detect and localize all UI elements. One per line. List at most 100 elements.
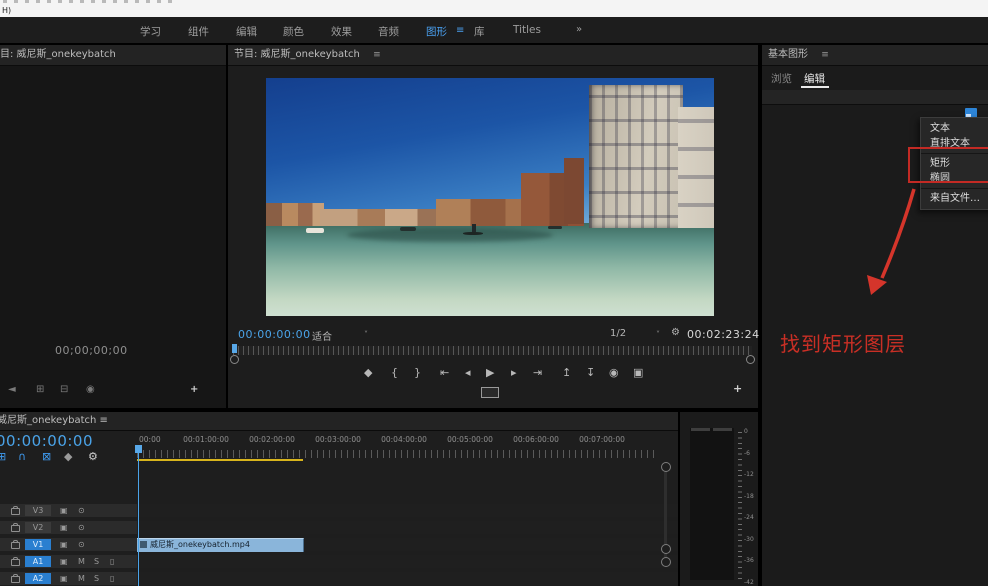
track-target-a2[interactable]: A2 (25, 573, 51, 584)
graphics-panel-header[interactable]: 基本图形 ≡ (762, 45, 988, 66)
timeline-ruler[interactable] (137, 450, 655, 458)
add-button[interactable]: + (733, 382, 742, 395)
source-panel-header[interactable]: 项目: 威尼斯_onekeybatch (0, 45, 226, 66)
lock-icon[interactable] (11, 576, 20, 583)
track-header: V2 ▣ ⊙ (0, 521, 137, 534)
program-scrubber[interactable] (233, 346, 752, 355)
scrollbar-handle[interactable] (661, 544, 671, 554)
panel-menu-icon[interactable]: ≡ (821, 50, 829, 60)
lock-icon[interactable] (11, 559, 20, 566)
active-tab-underline (801, 86, 829, 88)
video-gondolier (472, 224, 476, 232)
workspace-menu-icon[interactable]: ≡ (456, 25, 464, 36)
timeline-panel-header[interactable]: 威尼斯_onekeybatch ≡ (0, 412, 678, 431)
tab-overflow-icon[interactable]: » (576, 24, 582, 35)
button-editor-icon[interactable] (481, 387, 499, 398)
eye-icon[interactable]: ⊙ (78, 506, 85, 515)
track-target-v1[interactable]: V1 (25, 539, 51, 550)
tab-editing[interactable]: 编辑 (236, 24, 257, 39)
program-video-frame[interactable] (266, 78, 714, 316)
tab-edit[interactable]: 编辑 (804, 71, 825, 86)
solo-button[interactable]: S (94, 557, 99, 566)
tab-assembly[interactable]: 组件 (188, 24, 209, 39)
add-marker-icon[interactable]: ◆ (64, 450, 72, 463)
insert-icon[interactable]: ⊞ (36, 384, 44, 395)
track-row-a2: A2 ▣ M S ▯ (0, 572, 678, 585)
extract-icon[interactable]: ↧ (586, 366, 595, 379)
mark-in-icon[interactable]: { (391, 366, 398, 379)
mute-button[interactable]: M (78, 557, 85, 566)
tab-graphics[interactable]: 图形 (426, 24, 447, 39)
go-to-in-icon[interactable]: ⇤ (440, 366, 449, 379)
comparison-view-icon[interactable]: ▣ (633, 366, 643, 379)
timeline-clip[interactable]: 威尼斯_onekeybatch.mp4 (137, 538, 304, 552)
panel-menu-icon[interactable]: ≡ (100, 415, 108, 426)
sync-lock-icon[interactable]: ▣ (60, 574, 68, 583)
chevron-down-icon[interactable]: ˅ (656, 330, 660, 339)
scrollbar-handle[interactable] (661, 557, 671, 567)
export-frame-icon[interactable]: ◉ (609, 366, 619, 379)
lock-icon[interactable] (11, 525, 20, 532)
linked-selection-icon[interactable]: ⊠ (42, 450, 51, 463)
audio-output-icon[interactable]: ◄ (8, 384, 16, 395)
timeline-playhead[interactable] (135, 445, 142, 453)
mute-button[interactable]: M (78, 574, 85, 583)
nest-toggle-icon[interactable]: ⊞ (0, 450, 6, 463)
eye-icon[interactable]: ⊙ (78, 540, 85, 549)
track-content[interactable] (137, 555, 678, 568)
lock-icon[interactable] (11, 508, 20, 515)
tab-audio[interactable]: 音频 (378, 24, 399, 39)
ruler-label: 00:03:00:00 (308, 435, 368, 444)
add-button[interactable]: + (190, 384, 198, 395)
snap-icon[interactable]: ∩ (18, 450, 26, 463)
sync-lock-icon[interactable]: ▣ (60, 523, 68, 532)
scrubber-zoom-handle-right[interactable] (746, 355, 755, 364)
sync-lock-icon[interactable]: ▣ (60, 540, 68, 549)
mark-out-icon[interactable]: } (414, 366, 421, 379)
timeline-timecode[interactable]: 00:00:00:00 (0, 432, 93, 450)
panel-menu-icon[interactable]: ≡ (373, 50, 381, 60)
chevron-down-icon[interactable]: ˅ (364, 330, 368, 339)
settings-wrench-icon[interactable]: ⚙ (671, 327, 680, 338)
program-panel-header[interactable]: 节目: 威尼斯_onekeybatch ≡ (228, 45, 758, 66)
mic-icon[interactable]: ▯ (110, 557, 114, 566)
step-back-icon[interactable]: ◂ (465, 366, 471, 379)
mic-icon[interactable]: ▯ (110, 574, 114, 583)
timeline-settings-wrench-icon[interactable]: ⚙ (88, 450, 98, 463)
db-label: -12 (744, 471, 754, 478)
program-playhead[interactable] (232, 344, 237, 353)
tab-libraries[interactable]: 库 (474, 24, 485, 39)
tab-effects[interactable]: 效果 (331, 24, 352, 39)
solo-button[interactable]: S (94, 574, 99, 583)
fit-select[interactable]: 适合 (312, 328, 332, 343)
track-target-v3[interactable]: V3 (25, 505, 51, 516)
tab-color[interactable]: 颜色 (283, 24, 304, 39)
timeline-playhead-line[interactable] (138, 448, 139, 586)
track-target-a1[interactable]: A1 (25, 556, 51, 567)
tab-titles[interactable]: Titles (513, 24, 541, 36)
track-content[interactable] (137, 572, 678, 585)
sync-lock-icon[interactable]: ▣ (60, 557, 68, 566)
sync-lock-icon[interactable]: ▣ (60, 506, 68, 515)
menu-item-from-file[interactable]: 来自文件… (921, 191, 988, 206)
play-button-icon[interactable]: ▶ (486, 366, 494, 379)
scrubber-zoom-handle-left[interactable] (230, 355, 239, 364)
overwrite-icon[interactable]: ⊟ (60, 384, 68, 395)
track-content[interactable] (137, 504, 678, 517)
export-frame-icon[interactable]: ◉ (86, 384, 95, 395)
tab-learn[interactable]: 学习 (140, 24, 161, 39)
track-content[interactable] (137, 521, 678, 534)
lock-icon[interactable] (11, 542, 20, 549)
eye-icon[interactable]: ⊙ (78, 523, 85, 532)
tab-browse[interactable]: 浏览 (771, 71, 792, 86)
program-current-timecode[interactable]: 00:00:00:00 (238, 328, 311, 341)
menu-item-text[interactable]: 文本 (921, 121, 988, 136)
playback-resolution-select[interactable]: 1/2 (610, 328, 626, 339)
scrollbar-handle[interactable] (661, 462, 671, 472)
step-forward-icon[interactable]: ▸ (511, 366, 517, 379)
video-tower (564, 158, 584, 225)
go-to-out-icon[interactable]: ⇥ (533, 366, 542, 379)
add-marker-icon[interactable]: ◆ (364, 366, 372, 379)
track-target-v2[interactable]: V2 (25, 522, 51, 533)
lift-icon[interactable]: ↥ (562, 366, 571, 379)
